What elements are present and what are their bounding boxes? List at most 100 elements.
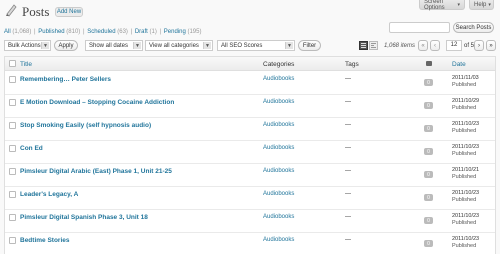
table-row: Con Ed Audiobooks — 0 2011/10/23 Published <box>5 141 495 164</box>
posts-table: Title Categories Tags Date Remembering… … <box>4 56 496 254</box>
last-page-button[interactable]: » <box>486 40 496 51</box>
post-title-link[interactable]: Leader's Legacy, A <box>20 191 78 198</box>
category-link[interactable]: Audiobooks <box>263 168 294 174</box>
table-header: Title Categories Tags Date <box>5 57 495 71</box>
category-link[interactable]: Audiobooks <box>263 145 294 151</box>
column-title[interactable]: Title <box>20 61 32 68</box>
comment-count-bubble[interactable]: 0 <box>424 194 433 201</box>
row-checkbox[interactable] <box>9 168 16 175</box>
posts-icon <box>4 3 18 17</box>
comment-count-bubble[interactable]: 0 <box>424 79 433 86</box>
row-checkbox[interactable] <box>9 99 16 106</box>
category-link[interactable]: Audiobooks <box>263 191 294 197</box>
page-title: Posts <box>22 4 50 19</box>
help-label: Help <box>474 1 487 8</box>
screen-options-tab[interactable]: Screen Options ▾ <box>419 0 465 11</box>
post-date: 2011/11/03 Published <box>452 75 479 88</box>
table-row: Bedtime Stories Audiobooks — 0 2011/10/23 Pub… <box>5 233 495 254</box>
comment-count-bubble[interactable]: 0 <box>424 148 433 155</box>
filter-pending[interactable]: Pending (195) <box>164 29 202 35</box>
table-row: E Motion Download – Stopping Cocaine Add… <box>5 95 495 118</box>
page-number-input[interactable]: 12 <box>446 40 462 51</box>
post-status: Published <box>452 220 477 226</box>
chevron-down-icon: ▼ <box>133 42 141 49</box>
row-checkbox[interactable] <box>9 237 16 244</box>
first-page-button[interactable]: « <box>418 40 428 51</box>
post-date: 2011/10/23 Published <box>452 236 480 249</box>
row-checkbox[interactable] <box>9 76 16 83</box>
post-title-link[interactable]: Con Ed <box>20 145 43 152</box>
bulk-actions-select[interactable]: Bulk Actions ▼ <box>4 40 51 51</box>
tags-value: — <box>345 76 351 82</box>
category-link[interactable]: Audiobooks <box>263 76 294 82</box>
dates-select[interactable]: Show all dates ▼ <box>85 40 143 51</box>
prev-page-button[interactable]: ‹ <box>430 40 440 51</box>
table-row: Remembering… Peter Sellers Audiobooks — 0 20… <box>5 72 495 95</box>
comment-count-bubble[interactable]: 0 <box>424 125 433 132</box>
seo-scores-select[interactable]: All SEO Scores ▼ <box>217 40 295 51</box>
row-checkbox[interactable] <box>9 214 16 221</box>
filter-published[interactable]: Published (810) <box>38 29 80 35</box>
row-checkbox[interactable] <box>9 191 16 198</box>
list-view-icon[interactable] <box>359 41 368 50</box>
post-date: 2011/10/23 Published <box>452 121 480 134</box>
screen-options-label: Screen Options <box>424 0 445 11</box>
chevron-down-icon: ▾ <box>457 1 460 8</box>
filter-all[interactable]: All (1,068) <box>4 29 31 35</box>
category-link[interactable]: Audiobooks <box>263 237 294 243</box>
filter-draft[interactable]: Draft (1) <box>135 29 157 35</box>
post-title-link[interactable]: Pimsleur Digital Arabic (East) Phase 1, … <box>20 168 172 175</box>
add-new-button[interactable]: Add New <box>55 7 83 17</box>
tags-value: — <box>345 122 351 128</box>
table-row: Stop Smoking Easily (self hypnosis audio… <box>5 118 495 141</box>
post-status: Published <box>452 128 477 134</box>
post-title-link[interactable]: Pimsleur Digital Spanish Phase 3, Unit 1… <box>20 214 148 221</box>
post-status: Published <box>452 151 477 157</box>
excerpt-view-icon[interactable] <box>369 41 378 50</box>
tags-value: — <box>345 237 351 243</box>
post-title-link[interactable]: Remembering… Peter Sellers <box>20 76 111 83</box>
category-link[interactable]: Audiobooks <box>263 99 294 105</box>
tags-value: — <box>345 99 351 105</box>
help-tab[interactable]: Help ▾ <box>469 0 494 10</box>
post-date: 2011/10/29 Published <box>452 98 480 111</box>
chevron-down-icon: ▼ <box>41 42 49 49</box>
status-filters: All (1,068) | Published (810) | Schedule… <box>4 29 202 35</box>
tags-value: — <box>345 214 351 220</box>
chevron-down-icon: ▼ <box>203 42 211 49</box>
filter-scheduled[interactable]: Scheduled (63) <box>87 29 128 35</box>
post-date: 2011/10/23 Published <box>452 190 480 203</box>
comment-count-bubble[interactable]: 0 <box>424 217 433 224</box>
post-title-link[interactable]: Bedtime Stories <box>20 237 70 244</box>
search-posts-button[interactable]: Search Posts <box>453 22 494 33</box>
comment-count-bubble[interactable]: 0 <box>424 240 433 247</box>
table-row: Leader's Legacy, A Audiobooks — 0 2011/10/23… <box>5 187 495 210</box>
row-checkbox[interactable] <box>9 145 16 152</box>
column-date[interactable]: Date <box>452 61 466 68</box>
tags-value: — <box>345 191 351 197</box>
table-row: Pimsleur Digital Spanish Phase 3, Unit 1… <box>5 210 495 233</box>
table-row: Pimsleur Digital Arabic (East) Phase 1, … <box>5 164 495 187</box>
post-date: 2011/10/23 Published <box>452 213 480 226</box>
row-checkbox[interactable] <box>9 122 16 129</box>
category-link[interactable]: Audiobooks <box>263 214 294 220</box>
next-page-button[interactable]: › <box>474 40 484 51</box>
comment-count-bubble[interactable]: 0 <box>424 102 433 109</box>
comment-count-bubble[interactable]: 0 <box>424 171 433 178</box>
chevron-down-icon: ▼ <box>285 42 293 49</box>
tags-value: — <box>345 145 351 151</box>
category-link[interactable]: Audiobooks <box>263 122 294 128</box>
post-title-link[interactable]: E Motion Download – Stopping Cocaine Add… <box>20 99 174 106</box>
comments-icon[interactable] <box>426 61 432 66</box>
post-title-link[interactable]: Stop Smoking Easily (self hypnosis audio… <box>20 122 151 129</box>
post-date: 2011/10/23 Published <box>452 144 480 157</box>
column-categories: Categories <box>263 61 295 68</box>
post-date: 2011/10/21 Published <box>452 167 480 180</box>
apply-button[interactable]: Apply <box>54 40 78 51</box>
column-tags: Tags <box>345 61 359 68</box>
filter-button[interactable]: Filter <box>298 40 321 51</box>
post-status: Published <box>452 243 477 249</box>
select-all-checkbox[interactable] <box>9 60 16 67</box>
search-input[interactable] <box>389 22 450 33</box>
categories-select[interactable]: View all categories ▼ <box>145 40 213 51</box>
